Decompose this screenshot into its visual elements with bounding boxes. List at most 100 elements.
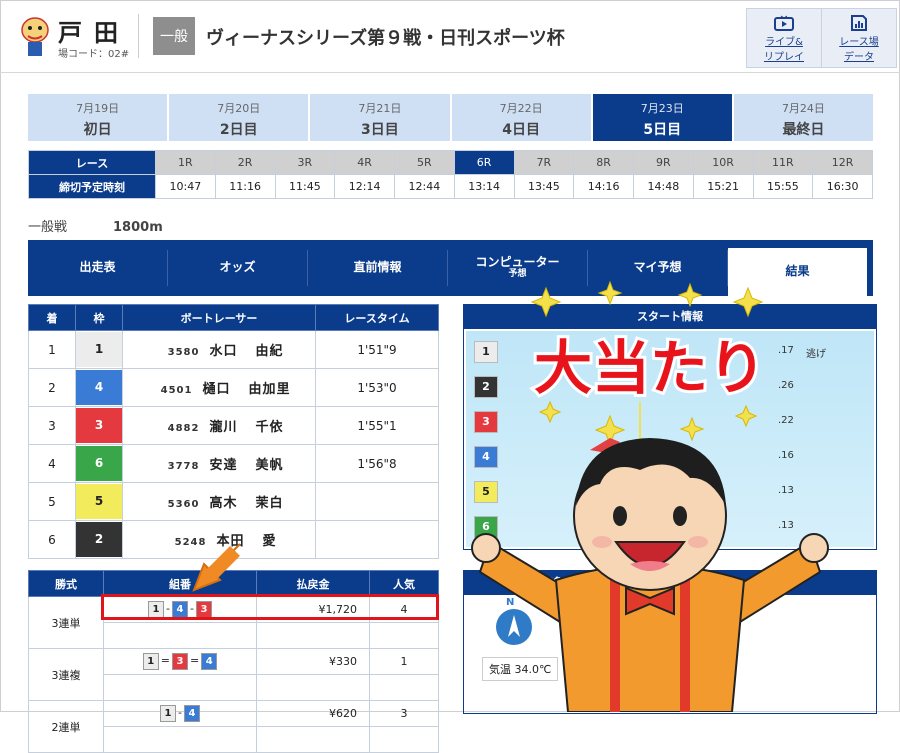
racer-cell[interactable]: 3778 安達 美帆: [122, 444, 316, 483]
nav-tab-2[interactable]: オッズ: [168, 250, 308, 286]
nav-tab-label: 結果: [785, 264, 810, 279]
racer-cell[interactable]: 4882 瀧川 千依: [122, 406, 316, 445]
col-popularity: 人気: [369, 570, 439, 597]
grade-badge: 一般: [153, 17, 195, 55]
mascot-logo-icon: [21, 17, 49, 56]
day-tab-6[interactable]: 7月24日 最終日: [733, 94, 874, 141]
racer-reg: 4501: [160, 385, 193, 396]
race-type: 一般戦: [28, 220, 68, 235]
tv-icon: [774, 15, 794, 31]
nav-tab-1[interactable]: 出走表: [28, 250, 168, 286]
nav-tab-label: 直前情報: [353, 260, 402, 275]
day-tab-4[interactable]: 7月22日 4日目: [451, 94, 591, 141]
highlight-box: [101, 594, 439, 620]
race-time: 1'56"8: [315, 444, 439, 483]
combo-chip: 4: [183, 705, 200, 722]
col-waku: 枠: [75, 304, 123, 331]
race-tab-10[interactable]: 10R: [692, 150, 754, 175]
race-tab-5[interactable]: 5R: [394, 150, 455, 175]
bet-type: 3連単: [28, 596, 104, 649]
day-tab-1[interactable]: 7月19日初日: [28, 94, 168, 141]
result-row: 1 1 3580 水口 由紀 1'51"9: [28, 330, 439, 369]
waku-cell: 1: [75, 330, 123, 369]
race-deadline-8: 14:16: [573, 174, 634, 199]
day-tab-date: 7月22日: [499, 102, 543, 115]
payout-amount: ¥620: [256, 700, 370, 727]
race-selector-table: レース 1R 2R 3R 4R 5R 6R 7R 8R 9R 10R 11R 12R 締切予定時刻 10:…: [28, 150, 873, 199]
race-tab-12[interactable]: 12R: [812, 150, 873, 175]
racer-first-name: 千依: [255, 420, 284, 435]
racer-first-name: 愛: [262, 534, 277, 549]
race-deadline-10: 15:21: [692, 174, 754, 199]
racer-last-name: 高木: [209, 496, 238, 511]
col-racer: ボートレーサー: [122, 304, 316, 331]
race-time: [315, 482, 439, 521]
combo-sep: -: [178, 706, 182, 719]
racer-first-name: 茉白: [255, 496, 284, 511]
bet-type: 2連単: [28, 700, 104, 753]
payout-amount: ¥330: [256, 648, 370, 675]
bet-type: 3連複: [28, 648, 104, 701]
race-time: 1'55"1: [315, 406, 439, 445]
finish-pos: 1: [28, 330, 76, 369]
day-tab-label: 初日: [83, 122, 112, 138]
race-tab-8[interactable]: 8R: [573, 150, 634, 175]
day-tab-3[interactable]: 7月21日 3日目: [310, 94, 450, 141]
day-tab-label: 3日目: [361, 122, 399, 138]
stadium-data-label-1: レース場: [839, 37, 879, 48]
racer-last-name: 樋口: [202, 382, 231, 397]
racer-reg: 5360: [167, 499, 200, 510]
race-tab-1[interactable]: 1R: [155, 150, 216, 175]
stadium-data-button[interactable]: レース場 データ: [821, 8, 897, 68]
race-deadline-5: 12:44: [394, 174, 455, 199]
race-tab-6[interactable]: 6R: [453, 150, 515, 175]
racer-first-name: 美帆: [255, 458, 284, 473]
header: 戸田 場コード：02# 一般 ヴィーナスシリーズ第９戦・日刊スポーツ杯 ライブ&…: [0, 0, 900, 73]
day-tab-label: 最終日: [782, 122, 825, 138]
waku-cell: 6: [75, 444, 123, 483]
col-bet-type: 勝式: [28, 570, 104, 597]
payout-row: 2連単 1-4 ¥620 3: [28, 700, 439, 753]
finish-pos: 4: [28, 444, 76, 483]
day-tab-date: 7月19日: [76, 102, 120, 115]
race-tab-4[interactable]: 4R: [334, 150, 395, 175]
nav-tab-3[interactable]: 直前情報: [308, 250, 448, 286]
race-tab-2[interactable]: 2R: [214, 150, 276, 175]
col-amount: 払戻金: [256, 570, 370, 597]
race-time: [315, 520, 439, 559]
racer-cell[interactable]: 4501 樋口 由加里: [122, 368, 316, 407]
day-tab-label: 2日目: [219, 122, 258, 138]
stadium-data-label-2: データ: [844, 52, 874, 63]
finish-pos: 2: [28, 368, 76, 407]
race-tab-7[interactable]: 7R: [513, 150, 575, 175]
combo-chip: 1: [160, 705, 176, 722]
result-row: 2 4 4501 樋口 由加里 1'53"0: [28, 368, 439, 407]
results-table: 着 枠 ボートレーサー レースタイム 1 1 3580 水口 由紀 1'51"9 2 4 450…: [28, 304, 439, 559]
combo-cell: 1 = 3 = 4: [103, 648, 257, 675]
finish-pos: 6: [28, 520, 76, 559]
race-tab-9[interactable]: 9R: [633, 150, 694, 175]
live-replay-button[interactable]: ライブ& リプレイ: [746, 8, 822, 68]
finish-pos: 5: [28, 482, 76, 521]
race-deadline-12: 16:30: [812, 174, 873, 199]
race-title: ヴィーナスシリーズ第９戦・日刊スポーツ杯: [206, 28, 565, 49]
racer-last-name: 瀧川: [209, 420, 238, 435]
racer-first-name: 由加里: [248, 382, 291, 397]
day-tab-date: 7月23日: [640, 102, 684, 115]
waku-cell: 5: [75, 482, 123, 521]
nav-tab-label: 出走表: [79, 260, 116, 275]
live-replay-label-2: リプレイ: [764, 52, 804, 63]
racer-cell[interactable]: 5360 高木 茉白: [122, 482, 316, 521]
waku-badge: 5: [76, 484, 122, 519]
race-tab-11[interactable]: 11R: [752, 150, 814, 175]
waku-badge: 1: [76, 332, 122, 367]
day-tab-date: 7月20日: [217, 102, 261, 115]
race-tab-3[interactable]: 3R: [274, 150, 336, 175]
day-tab-5[interactable]: 7月23日 5日目: [592, 94, 732, 141]
racer-cell[interactable]: 3580 水口 由紀: [122, 330, 316, 369]
day-tab-2[interactable]: 7月20日 2日目: [169, 94, 309, 141]
race-info: 一般戦 1800m: [28, 216, 163, 235]
result-row: 5 5 5360 高木 茉白: [28, 482, 439, 521]
col-pos: 着: [28, 304, 76, 331]
combo-sep: =: [160, 654, 170, 667]
